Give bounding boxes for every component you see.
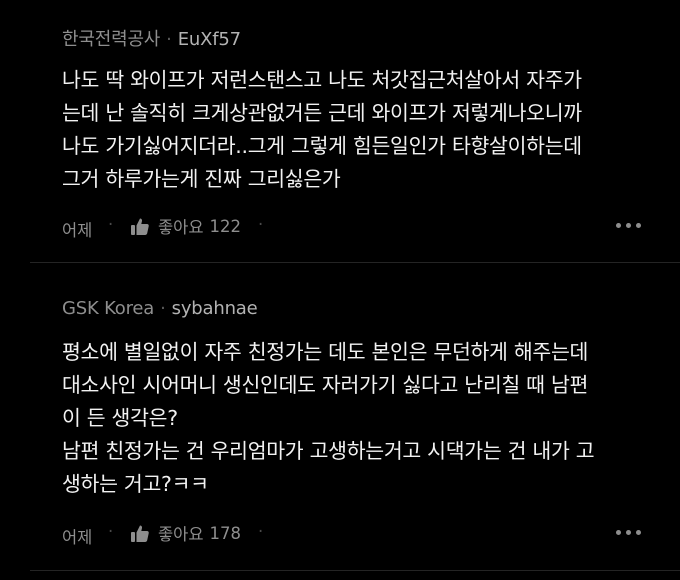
comment-line: 나도 딱 와이프가 저런스탠스고 나도 처갓집근처살아서 자주가 <box>62 68 582 92</box>
author-separator: · <box>166 29 172 50</box>
comment-body: 나도 딱 와이프가 저런스탠스고 나도 처갓집근처살아서 자주가 는데 난 솔직… <box>62 64 662 196</box>
like-label: 좋아요 <box>158 525 204 544</box>
comment-timestamp: 어제 <box>62 528 93 547</box>
meta-dot: · <box>258 522 264 541</box>
comment-line: 평소에 별일없이 자주 친정가는 데도 본인은 무던하게 해주는데 <box>62 340 589 364</box>
comment-line: 나도 가기싫어지더라..그게 그렇게 힘든일인가 타향살이하는데 <box>62 134 582 158</box>
meta-dot: · <box>108 522 114 541</box>
author-username[interactable]: sybahnae <box>172 298 258 319</box>
comment-divider <box>30 262 680 263</box>
comment-divider <box>30 570 680 571</box>
more-horizontal-icon <box>616 530 621 535</box>
comment-line: 생하는 거고?ㅋㅋ <box>62 472 209 496</box>
comment-body: 평소에 별일없이 자주 친정가는 데도 본인은 무던하게 해주는데 대소사인 시… <box>62 336 662 501</box>
like-button[interactable]: 좋아요 122 <box>130 214 241 238</box>
comment-actions: 어제 · 좋아요 178 · <box>62 521 642 547</box>
like-count: 122 <box>209 216 242 236</box>
meta-dot: · <box>108 215 114 234</box>
comment-author: 한국전력공사 · EuXf57 <box>62 25 241 51</box>
more-options-button[interactable] <box>616 530 642 538</box>
comment-card: 한국전력공사 · EuXf57 나도 딱 와이프가 저런스탠스고 나도 처갓집근처살… <box>0 0 680 262</box>
comment-card: GSK Korea · sybahnae 평소에 별일없이 자주 친정가는 데도 본… <box>0 264 680 570</box>
comment-actions: 어제 · 좋아요 122 · <box>62 214 642 240</box>
comment-line: 그거 하루가는게 진짜 그리싫은가 <box>62 167 341 191</box>
author-username[interactable]: EuXf57 <box>178 29 241 50</box>
more-options-button[interactable] <box>616 223 642 231</box>
author-company[interactable]: 한국전력공사 <box>62 29 160 50</box>
like-count: 178 <box>209 523 242 543</box>
comment-timestamp: 어제 <box>62 221 93 240</box>
thumbs-up-icon <box>131 525 149 542</box>
author-company[interactable]: GSK Korea <box>62 298 154 319</box>
comment-line: 는데 난 솔직히 크게상관없거든 근데 와이프가 저렇게나오니까 <box>62 101 582 125</box>
author-separator: · <box>160 298 166 319</box>
comment-line: 남편 친정가는 건 우리엄마가 고생하는거고 시댁가는 건 내가 고 <box>62 439 595 463</box>
thumbs-up-icon <box>131 218 149 235</box>
meta-dot: · <box>258 215 264 234</box>
comment-line: 대소사인 시어머니 생신인데도 자러가기 싫다고 난리칠 때 남편 <box>62 373 589 397</box>
like-label: 좋아요 <box>158 218 204 237</box>
more-horizontal-icon <box>616 223 621 228</box>
like-button[interactable]: 좋아요 178 <box>130 521 241 545</box>
comment-author: GSK Korea · sybahnae <box>62 298 258 319</box>
comment-line: 이 든 생각은? <box>62 406 178 430</box>
comment-feed: 한국전력공사 · EuXf57 나도 딱 와이프가 저런스탠스고 나도 처갓집근처살… <box>0 0 680 580</box>
